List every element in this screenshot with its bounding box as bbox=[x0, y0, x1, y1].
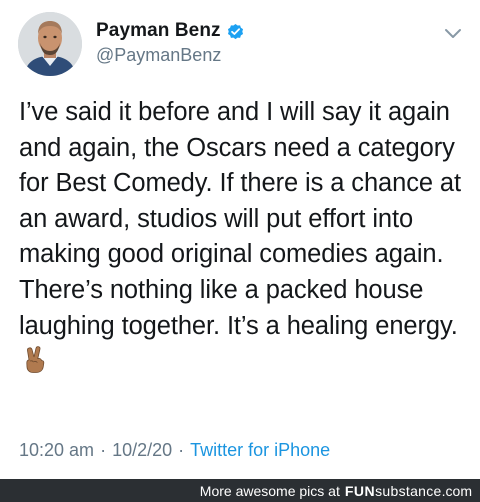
author-display-name[interactable]: Payman Benz bbox=[96, 20, 221, 42]
tweet-source-link[interactable]: Twitter for iPhone bbox=[190, 440, 330, 461]
tweet-time[interactable]: 10:20 am bbox=[19, 440, 94, 461]
tweet-meta: 10:20 am · 10/2/20 · Twitter for iPhone bbox=[19, 440, 330, 461]
tweet-header: Payman Benz @PaymanBenz bbox=[0, 0, 480, 92]
victory-hand-emoji bbox=[26, 346, 45, 374]
meta-separator-2: · bbox=[178, 440, 185, 460]
footer-brand-rest[interactable]: substance bbox=[375, 483, 442, 499]
footer-caption: More awesome pics at bbox=[199, 482, 340, 499]
watermark-footer: More awesome pics at FUN substance .com bbox=[0, 479, 480, 502]
footer-brand-bold[interactable]: FUN bbox=[345, 483, 375, 499]
chevron-down-icon[interactable] bbox=[442, 22, 464, 44]
author-handle[interactable]: @PaymanBenz bbox=[96, 45, 221, 66]
profile-photo bbox=[18, 12, 82, 76]
footer-brand-domain[interactable]: .com bbox=[442, 483, 472, 499]
tweet-text: I’ve said it before and I will say it ag… bbox=[19, 95, 469, 381]
verified-badge-icon bbox=[227, 23, 243, 39]
avatar[interactable] bbox=[18, 12, 82, 76]
tweet-date[interactable]: 10/2/20 bbox=[112, 440, 172, 461]
tweet-body: I’ve said it before and I will say it ag… bbox=[19, 98, 461, 340]
meta-separator: · bbox=[100, 440, 107, 460]
author-name-row: Payman Benz bbox=[96, 20, 245, 42]
